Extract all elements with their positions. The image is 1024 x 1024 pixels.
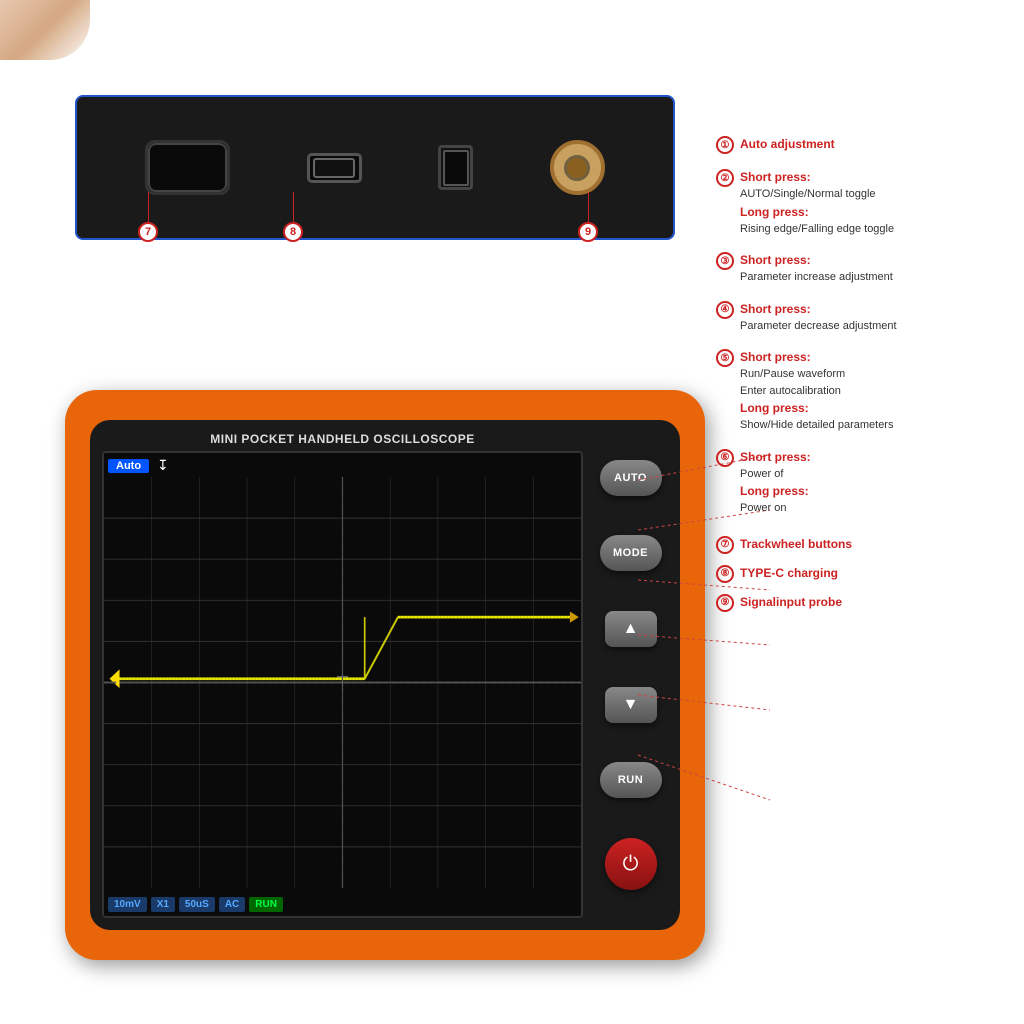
status-run: RUN bbox=[249, 897, 283, 912]
mode-button[interactable]: MODE bbox=[600, 535, 662, 571]
ann-1-text: Auto adjustment bbox=[740, 135, 835, 153]
ann-4: ④ Short press: Parameter decrease adjust… bbox=[716, 300, 1006, 335]
down-arrow-icon: ▼ bbox=[623, 697, 639, 713]
mode-badge: Auto bbox=[108, 459, 149, 473]
screen-header: Auto ↧ bbox=[108, 457, 577, 474]
ann-6-sub2: Power on bbox=[740, 500, 811, 517]
ann-1-main: Auto adjustment bbox=[740, 137, 835, 151]
ann-9: ⑨ Signalinput probe bbox=[716, 593, 1006, 612]
up-arrow-icon: ▲ bbox=[623, 621, 639, 637]
ann-5-num: ⑤ bbox=[716, 349, 734, 367]
ann-5-sub1: Run/Pause waveform bbox=[740, 366, 893, 383]
ann-9-main: Signalinput probe bbox=[740, 595, 842, 609]
oscilloscope-screen: Auto ↧ bbox=[102, 451, 583, 918]
label-9-line bbox=[588, 192, 589, 222]
ann-5-sub3: Show/Hide detailed parameters bbox=[740, 417, 893, 434]
right-annotations: ① Auto adjustment ② Short press: AUTO/Si… bbox=[716, 135, 1006, 622]
trigger-icon: ↧ bbox=[157, 457, 169, 474]
ann-2-sub1: AUTO/Single/Normal toggle bbox=[740, 186, 894, 203]
ann-2-sub2: Rising edge/Falling edge toggle bbox=[740, 221, 894, 238]
power-button[interactable]: ⏻ bbox=[605, 838, 657, 890]
ann-5-sub2: Enter autocalibration bbox=[740, 383, 893, 400]
power-icon: ⏻ bbox=[623, 853, 639, 876]
ann-2-main1: Short press: bbox=[740, 170, 811, 184]
ann-5-text: Short press: Run/Pause waveform Enter au… bbox=[740, 348, 893, 434]
ann-8: ⑧ TYPE-C charging bbox=[716, 564, 1006, 583]
device-title: MINI POCKET HANDHELD OSCILLOSCOPE bbox=[102, 432, 583, 446]
ann-1: ① Auto adjustment bbox=[716, 135, 1006, 154]
up-button[interactable]: ▲ bbox=[605, 611, 657, 647]
ann-8-main: TYPE-C charging bbox=[740, 566, 838, 580]
ann-6-num: ⑥ bbox=[716, 449, 734, 467]
status-ac: AC bbox=[219, 897, 245, 912]
ann-2-text: Short press: AUTO/Single/Normal toggle L… bbox=[740, 168, 894, 237]
finger-hint bbox=[0, 0, 90, 60]
ann-7-text: Trackwheel buttons bbox=[740, 535, 852, 553]
ann-2: ② Short press: AUTO/Single/Normal toggle… bbox=[716, 168, 1006, 237]
screen-section: MINI POCKET HANDHELD OSCILLOSCOPE Auto ↧ bbox=[102, 432, 583, 918]
ann-8-text: TYPE-C charging bbox=[740, 564, 838, 582]
ann-5-main2: Long press: bbox=[740, 401, 809, 415]
ann-6-main2: Long press: bbox=[740, 484, 809, 498]
run-button[interactable]: RUN bbox=[600, 762, 662, 798]
down-button[interactable]: ▼ bbox=[605, 687, 657, 723]
ann-2-num: ② bbox=[716, 169, 734, 187]
ann-3: ③ Short press: Parameter increase adjust… bbox=[716, 251, 1006, 286]
ann-7: ⑦ Trackwheel buttons bbox=[716, 535, 1006, 554]
ann-4-text: Short press: Parameter decrease adjustme… bbox=[740, 300, 897, 335]
ann-3-num: ③ bbox=[716, 252, 734, 270]
ann-6-main1: Short press: bbox=[740, 450, 811, 464]
label-8-badge: 8 bbox=[283, 222, 303, 242]
device-inner: MINI POCKET HANDHELD OSCILLOSCOPE Auto ↧ bbox=[90, 420, 680, 930]
ann-5-main1: Short press: bbox=[740, 350, 811, 364]
trackwheel-port[interactable] bbox=[145, 140, 230, 195]
ann-4-main: Short press: bbox=[740, 302, 811, 316]
ann-9-text: Signalinput probe bbox=[740, 593, 842, 611]
label-8-container: 8 bbox=[283, 192, 303, 242]
grid-container bbox=[104, 477, 581, 888]
status-bar: 10mV X1 50uS AC RUN bbox=[108, 897, 577, 912]
bnc-port[interactable] bbox=[550, 140, 605, 195]
label-7-line bbox=[148, 192, 149, 222]
status-50us: 50uS bbox=[179, 897, 215, 912]
ann-6-sub1: Power of bbox=[740, 466, 811, 483]
ann-3-sub: Parameter increase adjustment bbox=[740, 269, 893, 286]
buttons-section: AUTO MODE ▲ ▼ RUN ⏻ bbox=[593, 432, 668, 918]
label-9-badge: 9 bbox=[578, 222, 598, 242]
ann-8-num: ⑧ bbox=[716, 565, 734, 583]
ann-7-main: Trackwheel buttons bbox=[740, 537, 852, 551]
ann-2-main2: Long press: bbox=[740, 205, 809, 219]
ann-4-sub: Parameter decrease adjustment bbox=[740, 318, 897, 335]
auto-button[interactable]: AUTO bbox=[600, 460, 662, 496]
usbc-port[interactable] bbox=[307, 153, 362, 183]
oscilloscope-device: MINI POCKET HANDHELD OSCILLOSCOPE Auto ↧ bbox=[65, 390, 705, 960]
ann-3-text: Short press: Parameter increase adjustme… bbox=[740, 251, 893, 286]
status-10mv: 10mV bbox=[108, 897, 147, 912]
waveform-svg bbox=[104, 477, 581, 888]
ann-1-num: ① bbox=[716, 136, 734, 154]
ann-9-num: ⑨ bbox=[716, 594, 734, 612]
ann-6-text: Short press: Power of Long press: Power … bbox=[740, 448, 811, 517]
label-7-badge: 7 bbox=[138, 222, 158, 242]
small-port bbox=[438, 145, 473, 190]
label-7-container: 7 bbox=[138, 192, 158, 242]
ann-5: ⑤ Short press: Run/Pause waveform Enter … bbox=[716, 348, 1006, 434]
ann-4-num: ④ bbox=[716, 301, 734, 319]
label-9-container: 9 bbox=[578, 192, 598, 242]
ann-3-main: Short press: bbox=[740, 253, 811, 267]
status-x1: X1 bbox=[151, 897, 175, 912]
ann-7-num: ⑦ bbox=[716, 536, 734, 554]
ann-6: ⑥ Short press: Power of Long press: Powe… bbox=[716, 448, 1006, 517]
label-8-line bbox=[293, 192, 294, 222]
